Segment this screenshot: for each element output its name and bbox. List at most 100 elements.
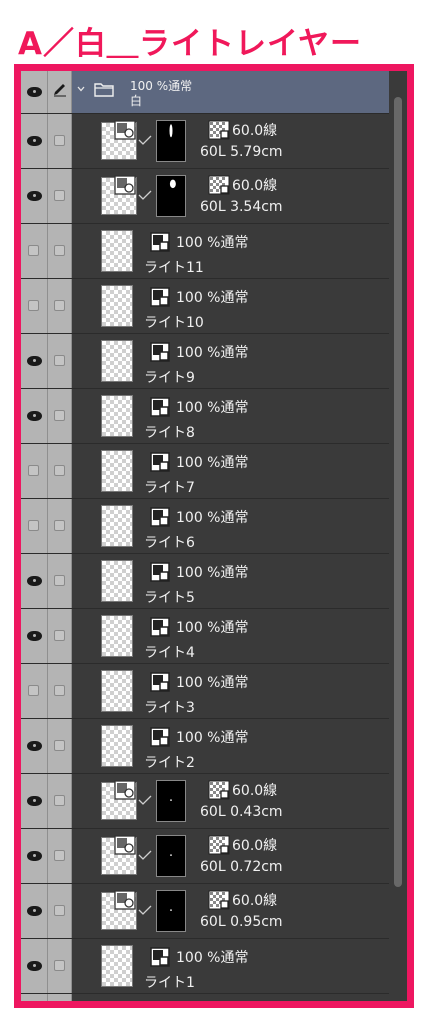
layer-body[interactable]: 100 %通常 ライト9: [72, 334, 389, 388]
visibility-toggle[interactable]: [28, 465, 39, 476]
edit-lock-toggle[interactable]: [54, 520, 65, 531]
edit-lock-toggle[interactable]: [54, 795, 65, 806]
layer-mode-label: 60.0線: [232, 123, 278, 139]
edit-lock-toggle[interactable]: [54, 685, 65, 696]
eye-icon[interactable]: [27, 411, 42, 421]
layer-name-label: 60L 0.95cm: [200, 914, 283, 930]
edit-lock-toggle[interactable]: [54, 465, 65, 476]
eye-icon[interactable]: [27, 356, 42, 366]
visibility-toggle[interactable]: [28, 245, 39, 256]
layer-name-label: 60L 0.43cm: [200, 804, 283, 820]
layer-row[interactable]: 100 %通常 ライト3: [21, 664, 389, 719]
layer-name-label: ライト2: [144, 755, 195, 771]
layer-group-row[interactable]: 100 %通常 白: [21, 71, 389, 114]
layer-row[interactable]: 100 %通常 ライト11: [21, 224, 389, 279]
layer-body[interactable]: 100 %通常 ライト8: [72, 389, 389, 443]
layer-body[interactable]: 100 %通常 ライト4: [72, 609, 389, 663]
layer-body[interactable]: 100 %通常 ライト2: [72, 719, 389, 773]
layer-row[interactable]: 60.0線 60L 0.95cm: [21, 884, 389, 939]
eye-icon[interactable]: [27, 906, 42, 916]
layer-body[interactable]: 60.0線 60L 0.72cm: [72, 829, 389, 883]
layer-row[interactable]: 100 %通常 ライト6: [21, 499, 389, 554]
mask-shape: [170, 799, 172, 801]
eye-icon[interactable]: [27, 631, 42, 641]
layer-name-label: 60L 5.79cm: [200, 144, 283, 160]
raster-layer-icon: [150, 672, 170, 692]
layer-body[interactable]: 60.0線 60L 0.43cm: [72, 774, 389, 828]
layer-body[interactable]: 100 %通常 ライト6: [72, 499, 389, 553]
eye-icon[interactable]: [27, 851, 42, 861]
layer-body[interactable]: 100 %通常 ライト10: [72, 279, 389, 333]
layer-thumbnail: [101, 395, 133, 437]
edit-lock-toggle[interactable]: [54, 135, 65, 146]
eye-icon[interactable]: [27, 576, 42, 586]
eye-icon[interactable]: [27, 796, 42, 806]
edit-lock-toggle[interactable]: [54, 300, 65, 311]
layer-mode-label: 100 %通常: [176, 510, 249, 526]
edit-lock-toggle[interactable]: [54, 740, 65, 751]
raster-layer-icon: [150, 727, 170, 747]
group-body[interactable]: 100 %通常 白: [72, 71, 389, 113]
layer-mask-thumbnail: [156, 835, 186, 877]
edit-lock-toggle[interactable]: [54, 850, 65, 861]
blur-filter-icon: [208, 120, 230, 140]
layer-thumbnail: [101, 560, 133, 602]
filter-layer-icon: [114, 175, 136, 195]
blur-filter-icon: [208, 890, 230, 910]
eye-icon[interactable]: [27, 87, 42, 97]
filter-layer-icon: [114, 780, 136, 800]
edit-lock-toggle[interactable]: [54, 905, 65, 916]
layer-row[interactable]: 100 %通常 ライト9: [21, 334, 389, 389]
visibility-toggle[interactable]: [28, 685, 39, 696]
layer-row[interactable]: 60.0線 60L 0.43cm: [21, 774, 389, 829]
edit-lock-toggle[interactable]: [54, 355, 65, 366]
raster-layer-icon: [150, 562, 170, 582]
edit-lock-toggle[interactable]: [54, 190, 65, 201]
layer-body[interactable]: 100 %通常 ライト1: [72, 939, 389, 993]
layer-body[interactable]: 60.0線 60L 0.95cm: [72, 884, 389, 938]
scrollbar-track[interactable]: [389, 71, 407, 1001]
eye-icon[interactable]: [27, 741, 42, 751]
layer-row[interactable]: 100 %通常 ライト8: [21, 389, 389, 444]
eye-icon[interactable]: [27, 191, 42, 201]
edit-lock-toggle[interactable]: [54, 410, 65, 421]
layer-thumbnail: [101, 450, 133, 492]
layer-row[interactable]: 60.0線 60L 3.54cm: [21, 169, 389, 224]
layer-row[interactable]: 100 %通常 ライト5: [21, 554, 389, 609]
visibility-toggle[interactable]: [28, 520, 39, 531]
layer-row[interactable]: 60.0線 60L 0.72cm: [21, 829, 389, 884]
folder-icon: [94, 83, 114, 97]
layer-mode-label: 60.0線: [232, 178, 278, 194]
edit-lock-toggle[interactable]: [54, 575, 65, 586]
layer-body[interactable]: 100 %通常 ライト3: [72, 664, 389, 718]
layer-row[interactable]: 100 %通常 ライト4: [21, 609, 389, 664]
layer-body[interactable]: 60.0線 60L 3.54cm: [72, 169, 389, 223]
layer-mode-label: 60.0線: [232, 838, 278, 854]
raster-layer-icon: [150, 342, 170, 362]
layer-mode-label: 100 %通常: [176, 290, 249, 306]
layer-name-label: ライト4: [144, 645, 195, 661]
layer-body[interactable]: 60.0線 60L 5.79cm: [72, 114, 389, 168]
layer-mode-label: 100 %通常: [176, 235, 249, 251]
pen-icon[interactable]: [52, 81, 68, 97]
layer-row[interactable]: 100 %通常 ライト1: [21, 939, 389, 994]
clipping-check-icon: [138, 850, 152, 860]
layer-body[interactable]: 100 %通常 ライト11: [72, 224, 389, 278]
edit-lock-toggle[interactable]: [54, 245, 65, 256]
scrollbar-thumb[interactable]: [394, 97, 402, 887]
eye-icon[interactable]: [27, 961, 42, 971]
layer-row[interactable]: 100 %通常 ライト2: [21, 719, 389, 774]
edit-lock-toggle[interactable]: [54, 960, 65, 971]
raster-layer-icon: [150, 397, 170, 417]
layer-thumbnail: [101, 945, 133, 987]
visibility-toggle[interactable]: [28, 300, 39, 311]
layer-row[interactable]: 60.0線 60L 5.79cm: [21, 114, 389, 169]
edit-lock-toggle[interactable]: [54, 630, 65, 641]
chevron-down-icon[interactable]: [77, 85, 85, 93]
eye-icon[interactable]: [27, 136, 42, 146]
layer-body[interactable]: 100 %通常 ライト5: [72, 554, 389, 608]
layer-body[interactable]: 100 %通常 ライト7: [72, 444, 389, 498]
layer-row[interactable]: 100 %通常 ライト7: [21, 444, 389, 499]
clipping-check-icon: [138, 190, 152, 200]
layer-row[interactable]: 100 %通常 ライト10: [21, 279, 389, 334]
